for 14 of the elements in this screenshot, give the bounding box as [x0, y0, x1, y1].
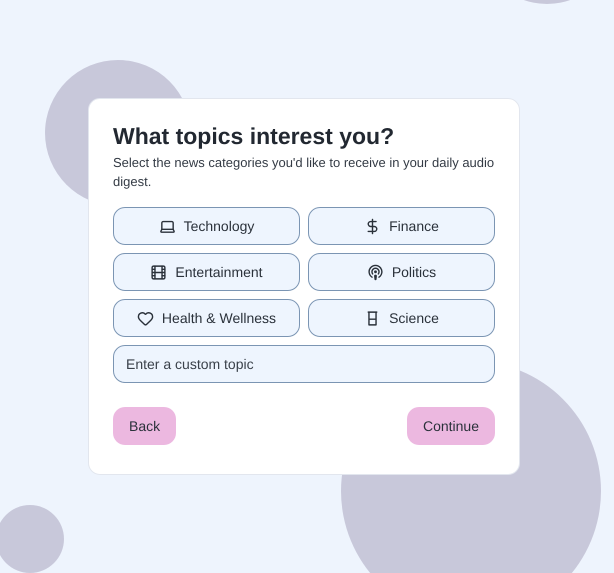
heart-icon — [136, 310, 154, 326]
continue-button[interactable]: Continue — [406, 407, 495, 445]
card-title: What topics interest you? — [113, 122, 396, 151]
custom-topic-field[interactable]: Enter a custom topic — [113, 345, 495, 383]
topic-button[interactable]: Entertainment — [113, 253, 300, 291]
topic-button[interactable]: Science — [308, 299, 495, 337]
card-subtitle: Select the news categories you'd like to receive in your daily audio digest. — [113, 154, 495, 191]
back-button[interactable]: Back — [113, 407, 176, 445]
podcast-icon — [366, 264, 384, 280]
topic-button[interactable]: Health & Wellness — [113, 299, 300, 337]
topic-button[interactable]: Technology — [113, 207, 300, 245]
topic-button[interactable]: Finance — [308, 207, 495, 245]
film-icon — [150, 264, 168, 280]
topic-button[interactable]: Politics — [308, 253, 495, 291]
